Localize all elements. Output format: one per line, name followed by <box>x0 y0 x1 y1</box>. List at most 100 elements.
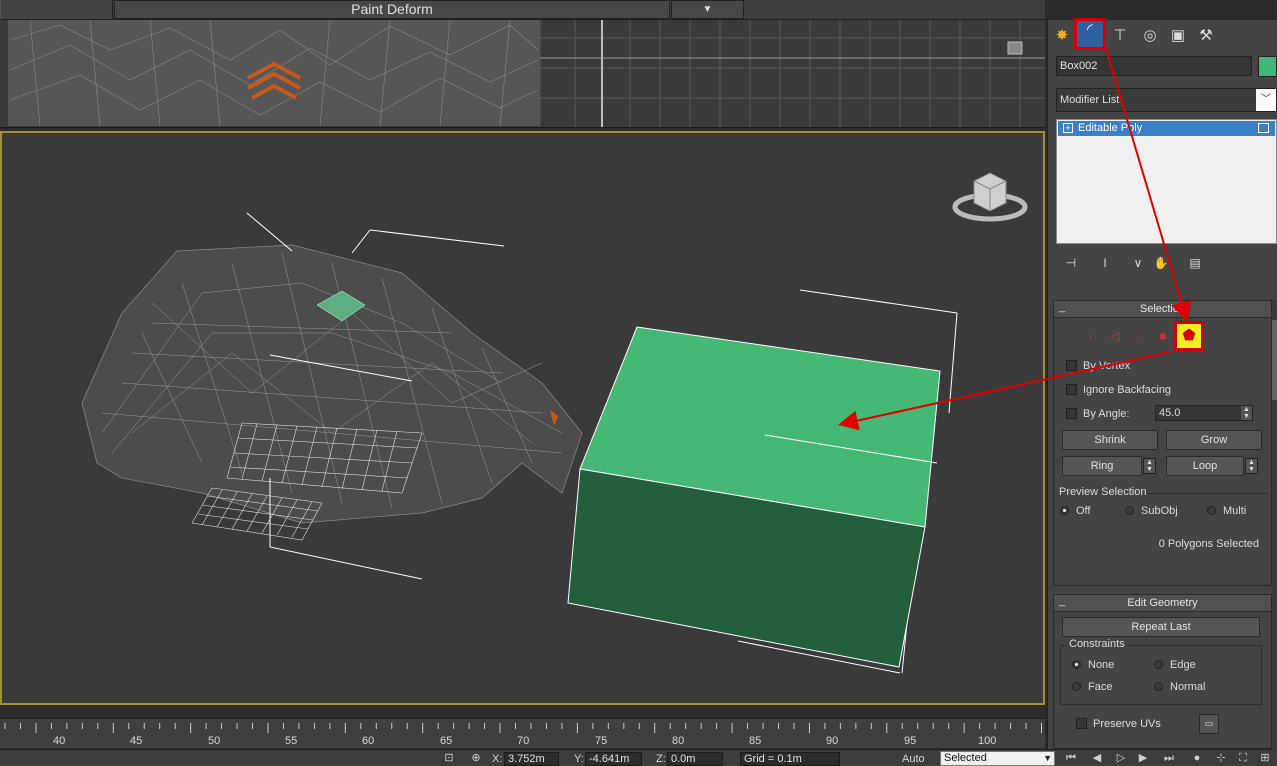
collapse-icon[interactable]: _ <box>1059 299 1065 315</box>
ring-spinner[interactable]: ▲ ▼ <box>1143 458 1156 474</box>
zoom-extents-icon[interactable]: ⛶ <box>1236 752 1250 765</box>
checkbox-box[interactable] <box>1076 718 1087 729</box>
pin-stack-icon[interactable]: ⊣ <box>1062 254 1080 272</box>
angle-spinner[interactable]: 45.0 ▲ ▼ <box>1155 405 1253 421</box>
remove-modifier-icon[interactable]: ✋ <box>1152 254 1170 272</box>
checkbox-box[interactable] <box>1066 384 1077 395</box>
stack-toolbar: ⊣ Ι ∨ ✋ ▤ <box>1056 252 1277 274</box>
next-frame-icon[interactable]: ▶ <box>1136 752 1150 765</box>
previous-frame-icon[interactable]: ◀ <box>1090 752 1104 765</box>
ignore-backfacing-checkbox[interactable]: Ignore Backfacing <box>1066 383 1171 399</box>
constraint-edge-radio[interactable]: Edge <box>1154 659 1196 673</box>
radio-dot[interactable] <box>1154 660 1163 669</box>
spinner-arrows-icon[interactable]: ▲ ▼ <box>1241 406 1252 420</box>
preserve-uvs-settings-button[interactable]: ▭ <box>1199 714 1219 734</box>
radio-dot[interactable] <box>1072 660 1081 669</box>
loop-button[interactable]: Loop <box>1166 456 1244 476</box>
ruler-ticks <box>4 723 1042 733</box>
selection-set-dropdown[interactable]: Selected ▼ <box>940 751 1055 766</box>
spinner-arrows-icon[interactable]: ▲ ▼ <box>1246 459 1257 473</box>
rollout-header[interactable]: _ Edit Geometry <box>1054 595 1271 612</box>
viewport-canvas <box>81 172 1028 674</box>
key-mode-icon[interactable]: ● <box>1190 752 1204 765</box>
radio-dot[interactable] <box>1207 506 1216 515</box>
x-coord-field[interactable]: 3.752m <box>504 752 559 766</box>
tab-display[interactable]: ▣ <box>1166 24 1190 48</box>
hierarchy-icon: ⊤ <box>1113 27 1127 44</box>
create-icon: ✸ <box>1055 27 1069 44</box>
timeline-ruler[interactable]: 40 45 50 55 60 65 70 75 80 85 90 95 100 <box>0 718 1045 748</box>
radio-label: Off <box>1076 505 1091 517</box>
auto-key-button[interactable]: Auto <box>902 753 925 765</box>
edge-mode-icon[interactable]: ◁ <box>1106 327 1124 345</box>
go-to-start-icon[interactable]: ⏮ <box>1064 752 1078 765</box>
stack-item-editable-poly[interactable]: + Editable Poly <box>1058 121 1275 136</box>
checkbox-box[interactable] <box>1066 408 1077 419</box>
checkbox-label: Preserve UVs <box>1093 718 1161 730</box>
expand-icon[interactable]: + <box>1063 123 1073 133</box>
ribbon-title-paint-deform[interactable]: Paint Deform <box>114 0 670 19</box>
tab-modify[interactable]: ◜ <box>1074 18 1106 50</box>
by-angle-checkbox[interactable]: By Angle: <box>1066 407 1129 423</box>
radio-dot[interactable] <box>1154 682 1163 691</box>
ribbon-dropdown[interactable]: ▼ <box>671 0 744 19</box>
constraint-none-radio[interactable]: None <box>1072 659 1114 673</box>
tab-hierarchy[interactable]: ⊤ <box>1108 24 1132 48</box>
preview-subobj-radio[interactable]: SubObj <box>1125 505 1178 519</box>
ruler-label: 50 <box>208 735 221 747</box>
shrink-button[interactable]: Shrink <box>1062 430 1158 450</box>
zoom-icon[interactable]: ⊹ <box>1214 752 1228 765</box>
play-icon[interactable]: ▷ <box>1114 752 1128 765</box>
modifier-list-dropdown[interactable]: Modifier List ﹀ <box>1056 88 1277 112</box>
tab-create[interactable]: ✸ <box>1050 24 1074 48</box>
by-vertex-checkbox[interactable]: By Vertex <box>1066 359 1130 375</box>
loop-spinner[interactable]: ▲ ▼ <box>1245 458 1258 474</box>
time-tag[interactable] <box>845 752 883 766</box>
modifier-stack[interactable]: + Editable Poly <box>1056 119 1277 244</box>
preserve-uvs-checkbox[interactable]: Preserve UVs <box>1076 717 1161 733</box>
stack-item-label: Editable Poly <box>1078 122 1143 134</box>
viewport-perspective[interactable] <box>0 131 1045 705</box>
radio-dot[interactable] <box>1072 682 1081 691</box>
vertex-mode-icon[interactable]: ∴ <box>1084 327 1102 345</box>
y-coord-field[interactable]: -4.641m <box>585 752 642 766</box>
constraint-face-radio[interactable]: Face <box>1072 681 1112 695</box>
element-mode-icon[interactable]: ⬟ <box>1174 321 1204 351</box>
selection-rollout: _ Selection ∴ ◁ ◌ ■ ⬟ By Vertex Ignore B… <box>1053 300 1272 586</box>
scrollbar-thumb[interactable] <box>1272 320 1277 400</box>
spinner-arrows-icon[interactable]: ▲ ▼ <box>1144 459 1155 473</box>
rollout-header[interactable]: _ Selection <box>1054 301 1271 318</box>
tab-utilities[interactable]: ⚒ <box>1194 24 1218 48</box>
ruler-label: 100 <box>978 735 997 747</box>
grow-button[interactable]: Grow <box>1166 430 1262 450</box>
collapse-icon[interactable]: _ <box>1059 593 1065 609</box>
preview-multi-radio[interactable]: Multi <box>1207 505 1246 519</box>
repeat-last-button[interactable]: Repeat Last <box>1062 617 1260 637</box>
grid-size-field: Grid = 0.1m <box>740 752 840 766</box>
preview-off-radio[interactable]: Off <box>1060 505 1090 519</box>
go-to-end-icon[interactable]: ⏭ <box>1162 752 1176 765</box>
viewport-top[interactable] <box>0 20 1045 128</box>
object-name-field[interactable]: Box002 <box>1056 56 1252 76</box>
ribbon-segment[interactable] <box>0 0 113 19</box>
command-panel: ✸ ◜ ⊤ ◎ ▣ ⚒ Box002 Modifier List ﹀ + Edi… <box>1047 18 1277 750</box>
panel-scrollbar[interactable] <box>1272 300 1277 750</box>
lock-icon[interactable]: ⊡ <box>442 752 456 765</box>
make-unique-icon[interactable]: ∨ <box>1129 254 1147 272</box>
show-end-result-icon[interactable]: Ι <box>1096 254 1114 272</box>
border-mode-icon[interactable]: ◌ <box>1128 327 1146 345</box>
object-color-swatch[interactable] <box>1258 56 1277 77</box>
configure-sets-icon[interactable]: ▤ <box>1186 254 1204 272</box>
radio-label: None <box>1088 659 1115 671</box>
maximize-viewport-icon[interactable]: ⊞ <box>1258 752 1272 765</box>
viewport-top-canvas <box>8 20 1045 127</box>
polygon-mode-icon[interactable]: ■ <box>1154 327 1172 345</box>
radio-dot[interactable] <box>1125 506 1134 515</box>
absolute-mode-icon[interactable]: ⊕ <box>469 752 483 765</box>
constraint-normal-radio[interactable]: Normal <box>1154 681 1205 695</box>
checkbox-box[interactable] <box>1066 360 1077 371</box>
tab-motion[interactable]: ◎ <box>1138 24 1162 48</box>
z-coord-field[interactable]: 0.0m <box>667 752 723 766</box>
radio-dot[interactable] <box>1060 506 1069 515</box>
ring-button[interactable]: Ring <box>1062 456 1142 476</box>
